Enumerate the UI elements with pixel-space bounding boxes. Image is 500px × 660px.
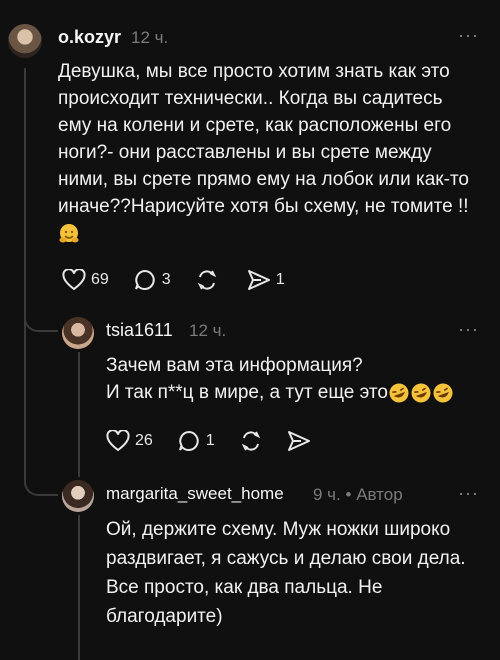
send-icon xyxy=(247,270,270,290)
heart-icon xyxy=(106,430,130,452)
timestamp: 12 ч. xyxy=(189,321,227,340)
repost-icon xyxy=(241,431,260,451)
reply-button[interactable]: 1 xyxy=(177,429,215,453)
comment-line: Все просто, как два пальца. Не xyxy=(106,577,383,598)
more-options-button[interactable]: ··· xyxy=(458,483,479,504)
comment-line: Девушка, мы все просто хотим знать как э… xyxy=(58,61,450,82)
more-options-button[interactable]: ··· xyxy=(458,25,479,46)
avatar[interactable] xyxy=(62,317,94,349)
like-button[interactable]: 69 xyxy=(62,269,109,291)
comment-line: иначе??Нарисуйте хотя бы схему, не томит… xyxy=(58,196,469,217)
like-button[interactable]: 26 xyxy=(106,430,153,452)
timestamp-text: 9 ч. xyxy=(313,485,341,504)
timestamp: 9 ч. • Автор xyxy=(313,485,403,505)
send-icon xyxy=(287,431,310,451)
reply-button[interactable]: 3 xyxy=(133,268,171,292)
rofl-emoji-group xyxy=(388,382,454,403)
share-button[interactable] xyxy=(287,430,311,452)
comment-line: раздвигает, я сажусь и делаю свои дела. xyxy=(106,548,466,569)
comment-line-text: И так п**ц в мире, а тут еще это xyxy=(106,382,388,403)
action-bar: 26 1 xyxy=(106,429,335,453)
reply-count: 1 xyxy=(205,432,215,449)
share-button[interactable]: 1 xyxy=(247,269,285,291)
thread-line-reply-2 xyxy=(78,515,80,660)
comment-line: ноги?- они расставлены и вы срете между xyxy=(58,142,432,163)
username[interactable]: o.kozyr xyxy=(58,27,121,48)
comment-line: благодарите) xyxy=(106,606,223,627)
avatar[interactable] xyxy=(8,24,42,58)
reply-count: 3 xyxy=(161,271,171,288)
repost-button[interactable] xyxy=(239,429,263,453)
comment-text: Ой, держите схему. Муж ножки широко разд… xyxy=(106,515,466,631)
hugging-face-emoji xyxy=(58,220,469,247)
like-count: 69 xyxy=(91,271,109,288)
separator-dot: • xyxy=(345,485,352,504)
repost-button[interactable] xyxy=(195,268,219,292)
comment-line: Ой, держите схему. Муж ножки широко xyxy=(106,519,451,540)
heart-icon xyxy=(62,269,86,291)
comment-line: происходит технически.. Когда вы садитес… xyxy=(58,88,443,109)
timestamp: 12 ч. xyxy=(131,28,169,47)
repost-icon xyxy=(197,270,216,290)
comment-line: И так п**ц в мире, а тут еще это xyxy=(106,379,454,406)
thread-line-reply xyxy=(78,352,80,477)
username[interactable]: margarita_sweet_home xyxy=(106,484,284,504)
share-count: 1 xyxy=(275,271,285,288)
avatar[interactable] xyxy=(62,480,94,512)
comment-line: ними, вы срете прямо ему на лобок или ка… xyxy=(58,169,469,190)
comment-text: Девушка, мы все просто хотим знать как э… xyxy=(58,58,469,247)
comment-text: Зачем вам эта информация? И так п**ц в м… xyxy=(106,352,454,406)
comment-line: ему на колени и срете, как расположены е… xyxy=(58,115,452,136)
comment-line: Зачем вам эта информация? xyxy=(106,355,363,376)
author-badge: Автор xyxy=(356,485,403,504)
like-count: 26 xyxy=(135,432,153,449)
thread-elbow-reply-2 xyxy=(24,318,58,496)
thread-line-main xyxy=(24,68,26,318)
username[interactable]: tsia1611 xyxy=(106,320,173,341)
action-bar: 69 3 1 xyxy=(62,268,309,292)
more-options-button[interactable]: ··· xyxy=(458,319,479,340)
speech-bubble-icon xyxy=(178,430,199,451)
speech-bubble-icon xyxy=(134,269,155,290)
